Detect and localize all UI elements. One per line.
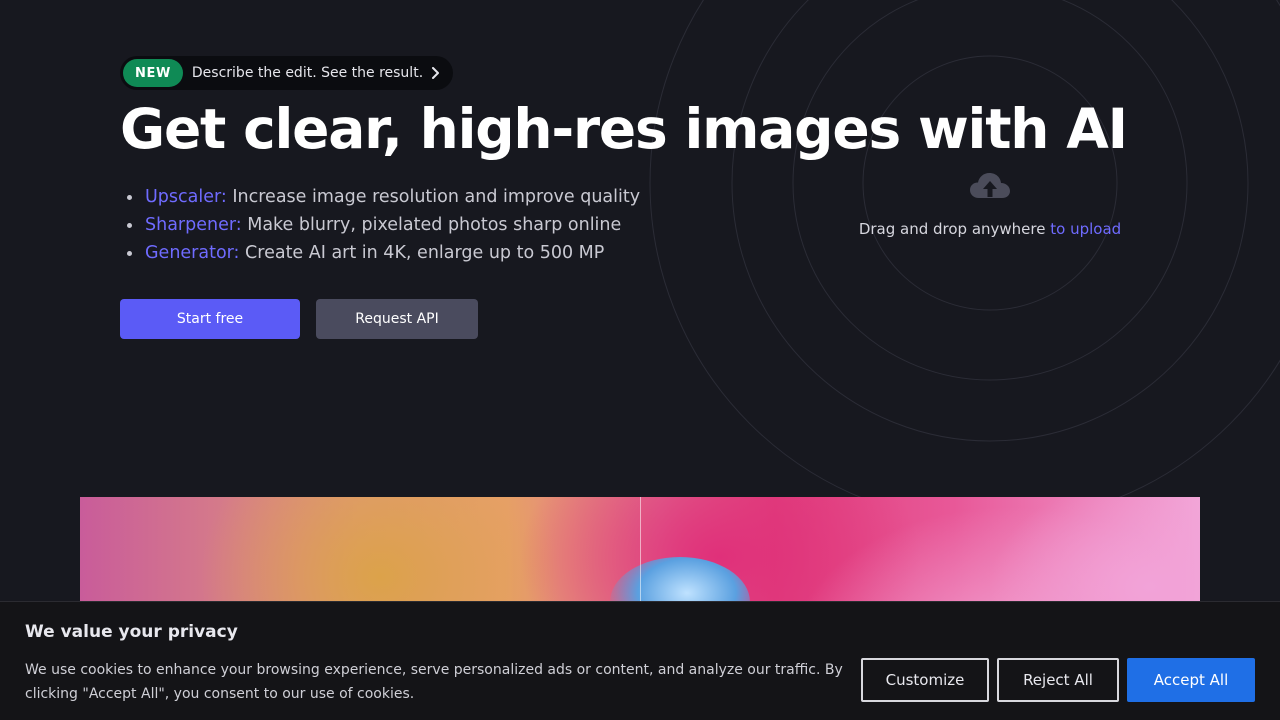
cookie-banner: We value your privacy We use cookies to … — [0, 601, 1280, 720]
hero-section: NEW Describe the edit. See the result. G… — [120, 56, 1128, 340]
cta-buttons: Start free Request API — [120, 299, 820, 340]
reject-all-button[interactable]: Reject All — [997, 658, 1119, 702]
upload-text: Drag and drop anywhere — [858, 220, 1046, 238]
new-feature-banner[interactable]: NEW Describe the edit. See the result. — [120, 56, 454, 90]
feature-name: Upscaler: — [145, 187, 227, 208]
customize-button[interactable]: Customize — [861, 658, 989, 702]
upload-dropzone[interactable]: Drag and drop anywhere to upload — [830, 172, 1150, 238]
feature-description: Create AI art in 4K, enlarge up to 500 M… — [245, 243, 605, 264]
cookie-text: We use cookies to enhance your browsing … — [25, 662, 843, 702]
feature-item-sharpener: Sharpener: Make blurry, pixelated photos… — [120, 211, 820, 239]
feature-description: Make blurry, pixelated photos sharp onli… — [247, 215, 622, 236]
feature-item-upscaler: Upscaler: Increase image resolution and … — [120, 183, 820, 211]
chevron-right-icon — [431, 67, 441, 79]
start-free-button[interactable]: Start free — [120, 299, 300, 340]
accept-all-button[interactable]: Accept All — [1127, 658, 1255, 702]
feature-item-generator: Generator: Create AI art in 4K, enlarge … — [120, 239, 820, 267]
page-title: Get clear, high-res images with AI — [120, 97, 1128, 161]
new-feature-text: Describe the edit. See the result. — [191, 65, 424, 81]
feature-name: Sharpener: — [145, 215, 242, 236]
feature-description: Increase image resolution and improve qu… — [232, 187, 641, 208]
cloud-upload-icon — [969, 172, 1011, 204]
cookie-title: We value your privacy — [25, 622, 238, 642]
upload-link[interactable]: to upload — [1050, 220, 1121, 238]
new-badge: NEW — [123, 59, 183, 87]
feature-list: Upscaler: Increase image resolution and … — [120, 183, 820, 267]
request-api-button[interactable]: Request API — [316, 299, 478, 340]
feature-name: Generator: — [145, 243, 240, 264]
upload-instructions: Drag and drop anywhere to upload — [830, 220, 1150, 238]
